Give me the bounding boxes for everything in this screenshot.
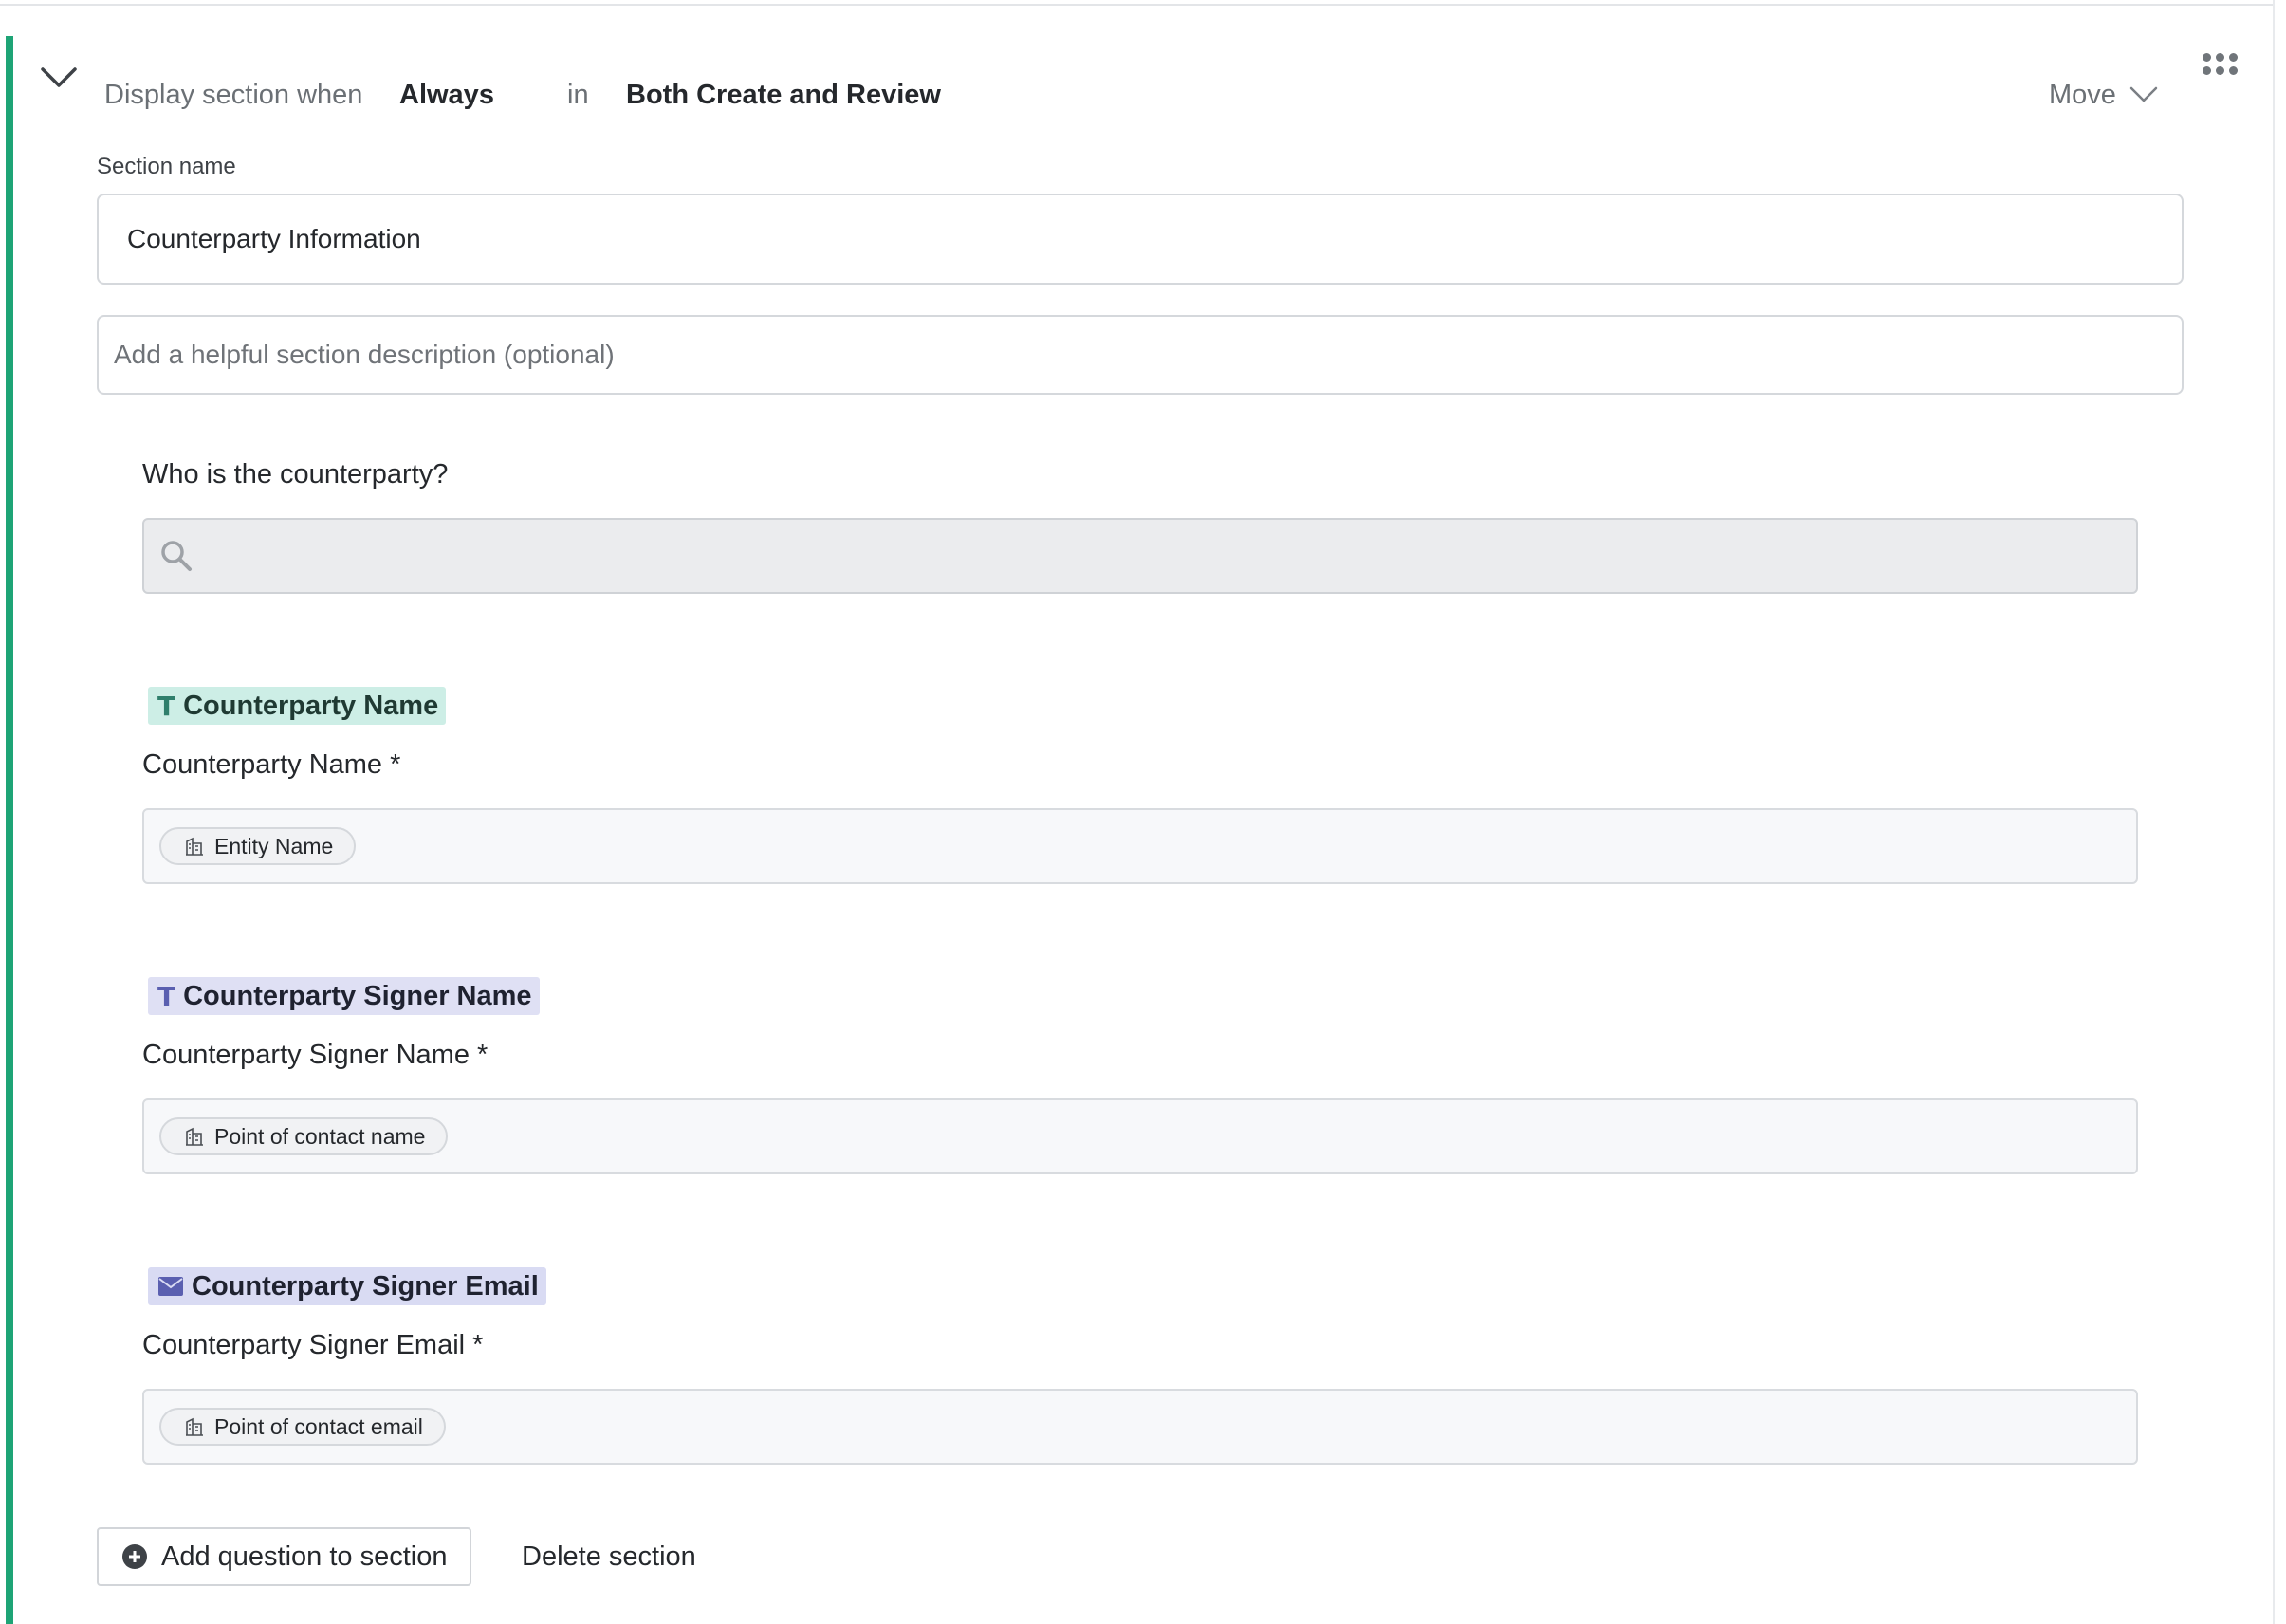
mapped-field-chip[interactable]: Entity Name xyxy=(159,827,357,865)
mapped-field-chip[interactable]: Point of contact name xyxy=(159,1117,449,1155)
question-tag-label: Counterparty Signer Email xyxy=(192,1270,539,1301)
section-name-input[interactable] xyxy=(97,194,2184,285)
mapped-field-box[interactable]: Point of contact name xyxy=(142,1098,2138,1174)
section-description-input[interactable] xyxy=(97,315,2184,395)
move-dropdown[interactable]: Move xyxy=(2049,74,2158,116)
move-label: Move xyxy=(2049,79,2116,110)
question-label: Counterparty Signer Name * xyxy=(142,1040,489,1070)
question-tag[interactable]: Counterparty Signer Email xyxy=(148,1267,546,1305)
section-name-label: Section name xyxy=(97,154,236,179)
mapped-field-chip-label: Point of contact email xyxy=(214,1413,423,1439)
search-icon xyxy=(161,541,192,571)
right-divider xyxy=(2273,0,2275,1624)
lookup-question-label: Who is the counterparty? xyxy=(142,459,449,489)
question-tag[interactable]: T Counterparty Signer Name xyxy=(148,977,540,1015)
collapse-section-button[interactable] xyxy=(36,55,82,101)
mapped-field-chip-label: Entity Name xyxy=(214,833,334,858)
add-question-label: Add question to section xyxy=(161,1541,448,1572)
question-tag[interactable]: T Counterparty Name xyxy=(148,687,447,725)
question-tag-label: Counterparty Name xyxy=(183,690,439,721)
section-accent-bar xyxy=(6,36,13,1624)
in-label: in xyxy=(567,80,589,110)
building-icon xyxy=(186,1417,203,1436)
mapped-field-chip[interactable]: Point of contact email xyxy=(159,1408,446,1446)
mapped-field-box[interactable]: Point of contact email xyxy=(142,1389,2138,1465)
counterparty-search-input[interactable] xyxy=(142,518,2138,594)
top-divider xyxy=(0,0,2275,6)
display-when-label: Display section when xyxy=(104,80,363,110)
drag-handle-icon[interactable] xyxy=(2203,53,2250,82)
chevron-down-icon xyxy=(41,67,77,87)
question-label: Counterparty Signer Email * xyxy=(142,1330,484,1360)
mapped-field-box[interactable]: Entity Name xyxy=(142,808,2138,884)
mapped-field-chip-label: Point of contact name xyxy=(214,1123,426,1149)
building-icon xyxy=(186,837,203,856)
display-when-select[interactable]: Always xyxy=(399,76,494,114)
question-label: Counterparty Name * xyxy=(142,749,401,780)
plus-circle-icon xyxy=(122,1544,147,1569)
question-tag-label: Counterparty Signer Name xyxy=(183,980,532,1011)
text-type-icon: T xyxy=(157,980,176,1012)
text-type-icon: T xyxy=(157,690,176,722)
envelope-icon xyxy=(158,1277,183,1296)
delete-section-button[interactable]: Delete section xyxy=(522,1537,696,1577)
chevron-down-icon xyxy=(2129,86,2158,102)
building-icon xyxy=(186,1127,203,1146)
scope-select[interactable]: Both Create and Review xyxy=(626,76,941,114)
add-question-button[interactable]: Add question to section xyxy=(97,1527,472,1586)
